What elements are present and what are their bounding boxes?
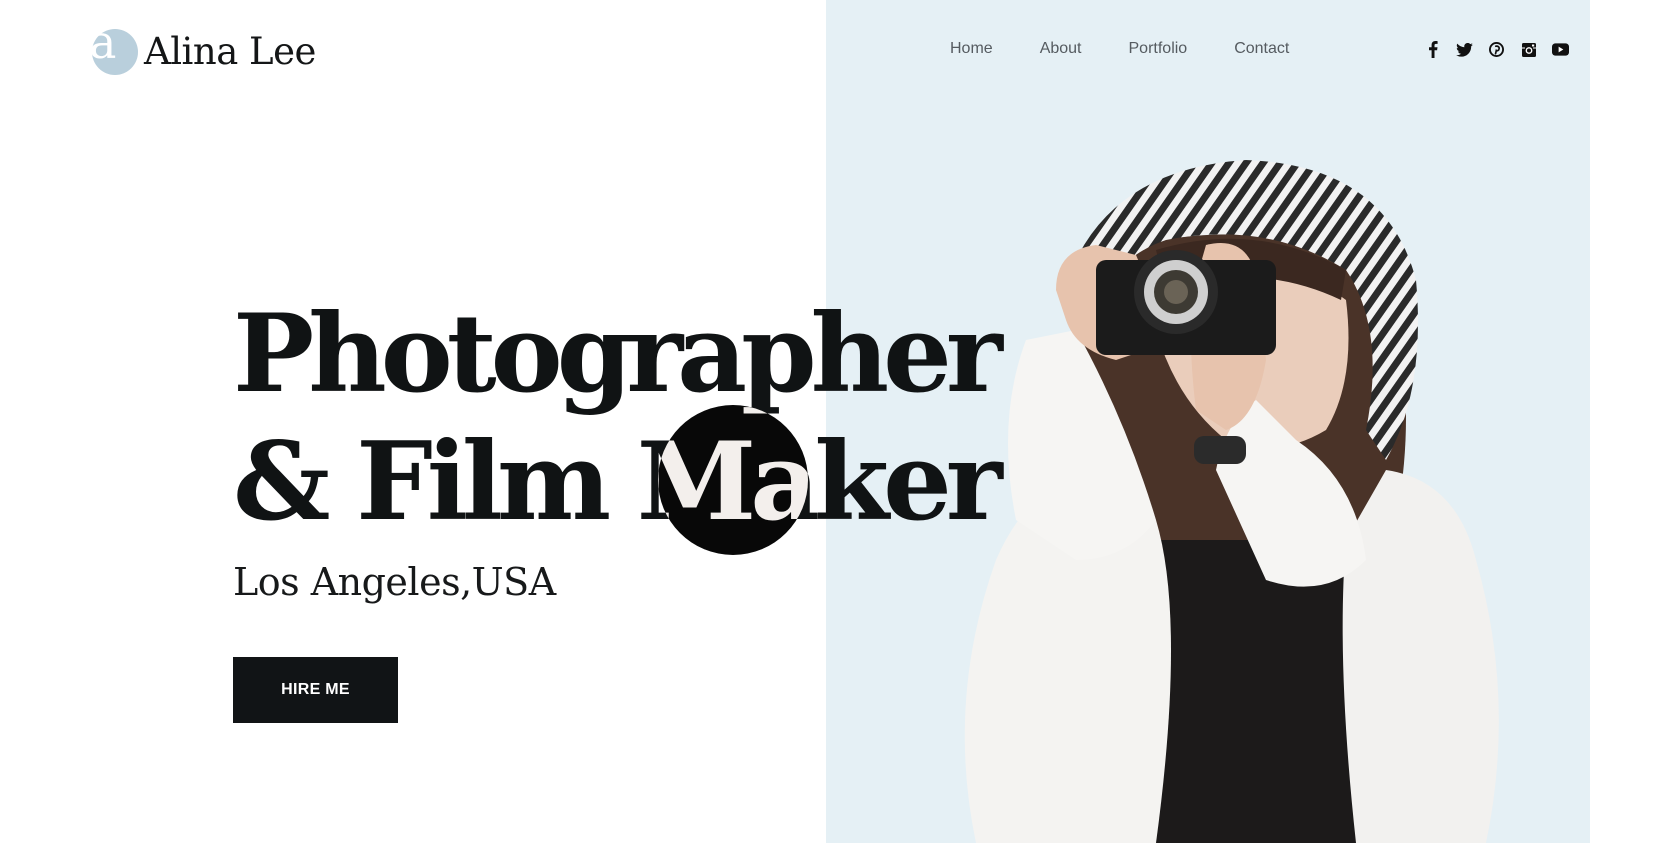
page: a Alina Lee Home About Portfolio Contact… — [0, 0, 1658, 843]
headline-accent-circle — [658, 405, 808, 555]
nav-item-about[interactable]: About — [1040, 40, 1082, 58]
youtube-icon[interactable] — [1552, 41, 1569, 58]
logo-mark: a — [89, 19, 138, 75]
nav-item-portfolio[interactable]: Portfolio — [1129, 40, 1188, 58]
hero-headline: Photographer & Film Maker — [233, 290, 1003, 546]
nav-item-home[interactable]: Home — [950, 40, 993, 58]
location-text: Los Angeles,USA — [233, 560, 556, 604]
twitter-icon[interactable] — [1456, 41, 1473, 58]
logo-letter: a — [89, 15, 117, 69]
instagram-icon[interactable] — [1520, 41, 1537, 58]
headline-line-2: & Film Maker — [233, 419, 1003, 545]
hire-me-button[interactable]: HIRE ME — [233, 657, 398, 723]
facebook-icon[interactable] — [1424, 41, 1441, 58]
brand-name: Alina Lee — [144, 29, 316, 73]
headline-line-1: Photographer — [233, 291, 1003, 417]
logo[interactable]: a Alina Lee — [89, 19, 316, 76]
social-links — [1424, 41, 1584, 58]
main-nav: Home About Portfolio Contact — [950, 40, 1336, 58]
nav-item-contact[interactable]: Contact — [1234, 40, 1289, 58]
pinterest-icon[interactable] — [1488, 41, 1505, 58]
